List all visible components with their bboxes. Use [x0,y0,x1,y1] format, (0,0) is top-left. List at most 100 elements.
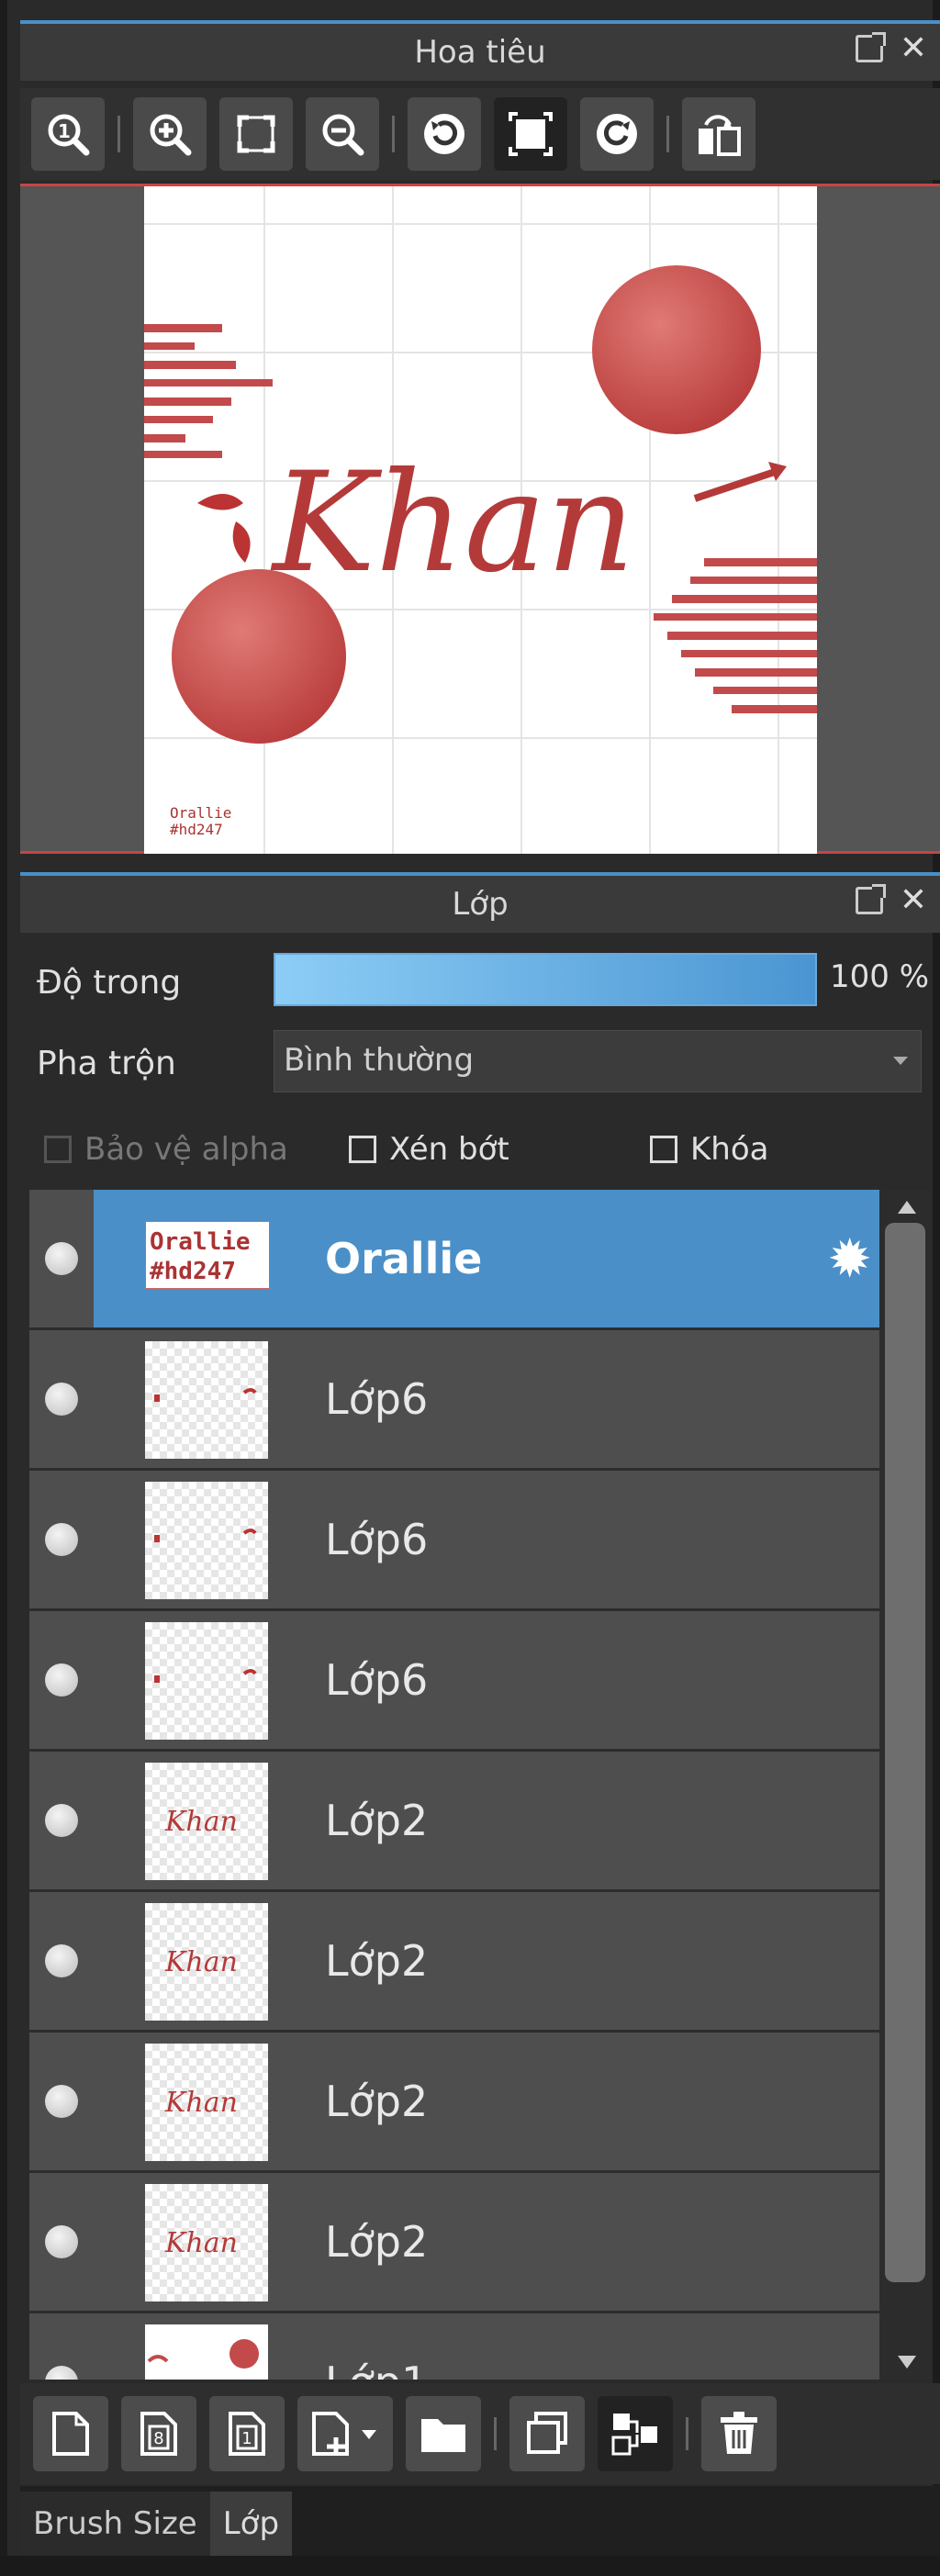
opacity-slider[interactable] [274,953,817,1006]
thumbnail-image [154,1669,257,1683]
delete-layer-button[interactable] [701,2396,777,2471]
layer-row[interactable]: Lớp1 [29,2313,879,2380]
layer-name: Lớp6 [325,1515,429,1564]
artwork-image: Khan [144,265,817,744]
thumbnail-image: Khan [164,1946,238,1978]
navigator-toolbar: 1 [20,88,940,180]
layer-thumbnail: Orallie #hd247 [145,1221,270,1289]
layer-row[interactable]: Lớp6 [29,1330,879,1468]
visibility-toggle[interactable] [29,1752,94,1889]
layer-thumbnail [145,1482,268,1599]
layer-row[interactable]: Khan Lớp2 [29,1892,879,2030]
duplicate-layer-button[interactable] [509,2396,585,2471]
add-layer-menu-button[interactable] [297,2396,393,2471]
thumbnail-image [154,1388,257,1402]
svg-text:1: 1 [241,2429,252,2448]
svg-text:#hd247: #hd247 [150,1258,236,1285]
layer-name: Orallie [325,1234,483,1283]
rotate-left-icon [424,114,464,154]
visibility-dot-icon [45,2366,78,2380]
zoom-in-button[interactable] [133,97,207,171]
signature-line-2: #hd247 [170,821,223,838]
clipping-checkbox[interactable]: Xén bớt [349,1131,509,1168]
scroll-down-icon[interactable] [898,2356,916,2369]
layer-list-scrollbar[interactable] [879,1190,931,2380]
layer-thumbnail [145,2324,268,2380]
layer-row[interactable]: Orallie #hd247 Orallie ✹ [29,1190,879,1327]
layer-name: Lớp6 [325,1655,429,1705]
rotate-right-button[interactable] [580,97,654,171]
layer-name: Lớp2 [325,1936,429,1986]
new-1bit-layer-icon: 1 [229,2412,265,2456]
reset-rotation-button[interactable] [682,97,755,171]
popout-icon[interactable] [855,884,886,914]
zoom-1to1-icon: 1 [48,114,90,156]
svg-text:Khan: Khan [164,2087,238,2119]
new-folder-button[interactable] [406,2396,481,2471]
merge-layer-button[interactable] [598,2396,673,2471]
navigator-title: Hoa tiêu [414,34,546,71]
tab-brush-size[interactable]: Brush Size [20,2492,210,2556]
gear-icon[interactable]: ✹ [827,1232,872,1285]
blend-mode-select[interactable]: Bình thường [274,1030,922,1092]
thumbnail-image: Khan [164,2227,238,2259]
app-window: Hoa tiêu ✕ 1 Khan Orallie #hd247 Lớp ✕ Đ… [0,0,940,2576]
visibility-dot-icon [45,1944,78,1977]
flip-button[interactable] [494,97,567,171]
layer-thumbnail: Khan [145,2184,268,2302]
zoom-out-button[interactable] [306,97,379,171]
layer-thumbnail: Khan [145,1903,268,2021]
layer-name: Lớp2 [325,1796,429,1845]
new-1bit-layer-button[interactable]: 1 [209,2396,285,2471]
visibility-toggle[interactable] [29,2313,94,2380]
svg-text:Khan: Khan [164,2227,238,2259]
visibility-toggle[interactable] [29,2173,94,2311]
canvas-preview: Khan Orallie #hd247 [144,186,817,854]
visibility-toggle[interactable] [29,1330,94,1468]
layer-thumbnail: Khan [145,1763,268,1880]
new-8bit-layer-icon: 8 [140,2412,177,2456]
zoom-out-icon [322,114,364,156]
protect-alpha-checkbox[interactable]: Bảo vệ alpha [44,1131,288,1168]
close-icon[interactable]: ✕ [900,32,927,65]
checkbox-icon [650,1136,677,1163]
lock-label: Khóa [690,1131,769,1168]
close-icon[interactable]: ✕ [900,884,927,917]
visibility-toggle[interactable] [29,1190,94,1327]
popout-icon[interactable] [855,32,886,62]
layer-row[interactable]: Lớp6 [29,1471,879,1608]
visibility-dot-icon [45,1804,78,1837]
new-color-layer-button[interactable] [33,2396,108,2471]
layer-name: Lớp1 [325,2358,428,2380]
new-8bit-layer-button[interactable]: 8 [121,2396,196,2471]
svg-text:Khan: Khan [164,1946,238,1978]
add-layer-icon [312,2412,376,2456]
layer-row[interactable]: Khan Lớp2 [29,1752,879,1889]
protect-alpha-label: Bảo vệ alpha [84,1131,288,1168]
layer-row[interactable]: Khan Lớp2 [29,2033,879,2170]
layer-row[interactable]: Khan Lớp2 [29,2173,879,2311]
rotate-left-button[interactable] [408,97,481,171]
visibility-toggle[interactable] [29,1611,94,1749]
clipping-label: Xén bớt [389,1131,509,1168]
thumbnail-image: Khan [164,2087,238,2119]
scrollbar-thumb[interactable] [885,1223,925,2282]
duplicate-icon [527,2412,567,2454]
tab-layers[interactable]: Lớp [209,2492,293,2556]
scroll-up-icon[interactable] [898,1201,916,1214]
visibility-toggle[interactable] [29,1892,94,2030]
navigator-preview[interactable]: Khan Orallie #hd247 [20,184,940,854]
blend-mode-label: Pha trộn [37,1045,176,1082]
layer-row[interactable]: Lớp6 [29,1611,879,1749]
chevron-down-icon [893,1057,908,1065]
layers-header: Lớp ✕ [20,872,940,933]
lock-checkbox[interactable]: Khóa [650,1131,768,1168]
zoom-in-icon [150,114,192,156]
visibility-toggle[interactable] [29,2033,94,2170]
fit-screen-button[interactable] [219,97,293,171]
thumbnail-image: Orallie#hd247 [150,1228,251,1285]
trash-icon [721,2412,757,2454]
zoom-actual-button[interactable]: 1 [31,97,105,171]
merge-down-icon [611,2414,657,2456]
visibility-toggle[interactable] [29,1471,94,1608]
